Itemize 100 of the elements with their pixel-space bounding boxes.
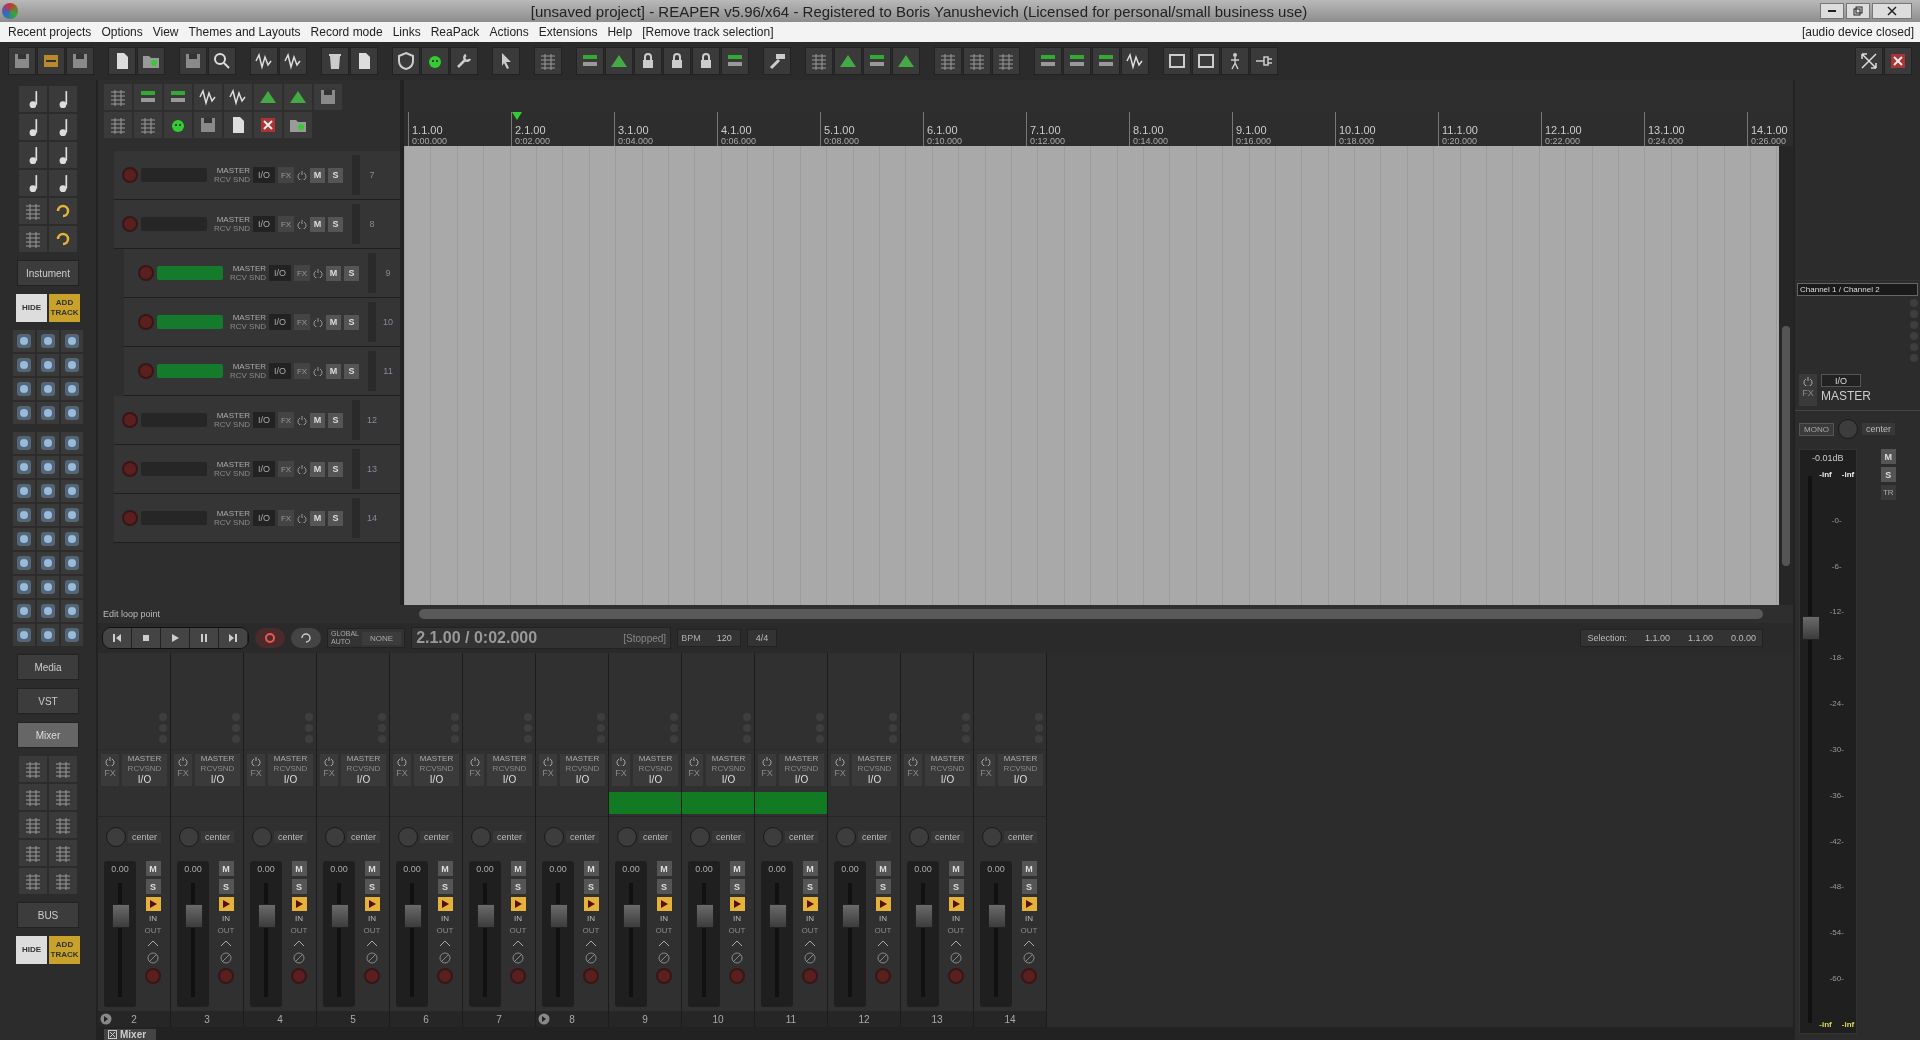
tool-button[interactable]	[254, 112, 282, 138]
input-monitor-button[interactable]	[1021, 897, 1037, 911]
io-button[interactable]: I/O	[1821, 374, 1861, 387]
menu-item[interactable]: Actions	[487, 25, 537, 39]
plugin-button[interactable]	[61, 504, 83, 526]
solo-button[interactable]: S	[218, 879, 234, 894]
mute-button[interactable]: M	[310, 510, 325, 526]
tool-button[interactable]	[194, 84, 222, 110]
mute-button[interactable]: M	[437, 861, 453, 876]
menu-item[interactable]: View	[150, 25, 187, 39]
io-button[interactable]: I/O	[253, 412, 275, 428]
io-button[interactable]: I/O	[253, 461, 275, 477]
record-button[interactable]	[255, 628, 285, 648]
toolbar-button[interactable]	[1884, 47, 1912, 75]
mute-button[interactable]: M	[729, 861, 745, 876]
fx-button[interactable]: FX	[278, 461, 294, 477]
mute-button[interactable]: M	[326, 265, 341, 281]
mute-button[interactable]: M	[875, 861, 891, 876]
solo-button[interactable]: S	[328, 216, 343, 232]
close-button[interactable]	[1872, 3, 1912, 19]
plugin-button[interactable]	[13, 330, 35, 352]
view-button[interactable]: Mixer	[17, 722, 79, 748]
plugin-button[interactable]	[37, 576, 59, 598]
plugin-button[interactable]	[37, 600, 59, 622]
volume-fader[interactable]	[185, 904, 203, 929]
volume-fader[interactable]	[550, 904, 568, 929]
solo-button[interactable]: S	[328, 167, 343, 183]
solo-button[interactable]: S	[344, 265, 359, 281]
plugin-button[interactable]	[37, 432, 59, 454]
routing-button[interactable]: MASTER RCVSND I/O	[122, 754, 167, 786]
add-track-button[interactable]: ADD TRACK	[49, 936, 80, 964]
tool-button[interactable]	[19, 114, 47, 140]
solo-button[interactable]: S	[145, 879, 161, 894]
io-button[interactable]: I/O	[253, 216, 275, 232]
routing-button[interactable]: MASTER RCVSND I/O	[560, 754, 605, 786]
io-button[interactable]: I/O	[253, 167, 275, 183]
volume-fader[interactable]	[623, 904, 641, 929]
toolbar-button[interactable]	[137, 47, 165, 75]
solo-button[interactable]: S	[510, 879, 526, 894]
plugin-button[interactable]	[37, 480, 59, 502]
toolbar-button[interactable]	[692, 47, 720, 75]
volume-fader[interactable]	[915, 904, 933, 929]
solo-button[interactable]: S	[875, 879, 891, 894]
tool-button[interactable]	[224, 84, 252, 110]
volume-fader[interactable]	[404, 904, 422, 929]
toolbar-button[interactable]	[350, 47, 378, 75]
mute-button[interactable]: M	[326, 314, 341, 330]
plugin-button[interactable]	[37, 402, 59, 424]
mute-button[interactable]: M	[310, 461, 325, 477]
toolbar-button[interactable]	[321, 47, 349, 75]
input-monitor-button[interactable]	[510, 897, 526, 911]
toolbar-button[interactable]	[1092, 47, 1120, 75]
instrument-button[interactable]: Instument	[17, 260, 79, 286]
plugin-button[interactable]	[61, 576, 83, 598]
mute-button[interactable]: M	[326, 363, 341, 379]
plugin-button[interactable]	[13, 480, 35, 502]
fx-button[interactable]: FX	[278, 510, 294, 526]
tool-button[interactable]	[49, 142, 77, 168]
stop-button[interactable]	[132, 628, 161, 648]
input-monitor-button[interactable]	[583, 897, 599, 911]
bus-button[interactable]: BUS	[17, 902, 79, 928]
toolbar-button[interactable]	[1121, 47, 1149, 75]
tool-button[interactable]	[49, 198, 77, 224]
plugin-button[interactable]	[37, 330, 59, 352]
toolbar-button[interactable]	[208, 47, 236, 75]
horizontal-scrollbar[interactable]	[419, 609, 1763, 619]
toolbar-button[interactable]	[721, 47, 749, 75]
plugin-button[interactable]	[37, 504, 59, 526]
routing-button[interactable]: MASTER RCVSND I/O	[998, 754, 1043, 786]
solo-button[interactable]: S	[344, 314, 359, 330]
toolbar-button[interactable]	[892, 47, 920, 75]
toolbar-button[interactable]	[37, 47, 65, 75]
plugin-button[interactable]	[61, 624, 83, 646]
volume-fader[interactable]	[988, 904, 1006, 929]
toolbar-button[interactable]	[1063, 47, 1091, 75]
solo-button[interactable]: S	[291, 879, 307, 894]
input-monitor-button[interactable]	[145, 897, 161, 911]
tool-button[interactable]	[49, 170, 77, 196]
tool-button[interactable]	[284, 112, 312, 138]
mixer-tab[interactable]: Mixer	[104, 1029, 157, 1040]
mute-button[interactable]: M	[510, 861, 526, 876]
volume-fader[interactable]	[842, 904, 860, 929]
solo-button[interactable]: S	[344, 363, 359, 379]
plugin-button[interactable]	[37, 378, 59, 400]
toolbar-button[interactable]	[834, 47, 862, 75]
toolbar-button[interactable]	[863, 47, 891, 75]
tool-button[interactable]	[224, 112, 252, 138]
hide-button[interactable]: HIDE	[16, 294, 47, 322]
solo-button[interactable]: S	[729, 879, 745, 894]
plugin-button[interactable]	[37, 552, 59, 574]
routing-button[interactable]: MASTER RCVSND I/O	[852, 754, 897, 786]
plugin-button[interactable]	[61, 528, 83, 550]
toolbar-button[interactable]	[492, 47, 520, 75]
volume-fader[interactable]	[477, 904, 495, 929]
solo-button[interactable]: S	[1021, 879, 1037, 894]
input-monitor-button[interactable]	[218, 897, 234, 911]
toolbar-button[interactable]	[450, 47, 478, 75]
toolbar-button[interactable]	[1192, 47, 1220, 75]
fx-button[interactable]: FX	[278, 412, 294, 428]
tool-button[interactable]	[134, 84, 162, 110]
